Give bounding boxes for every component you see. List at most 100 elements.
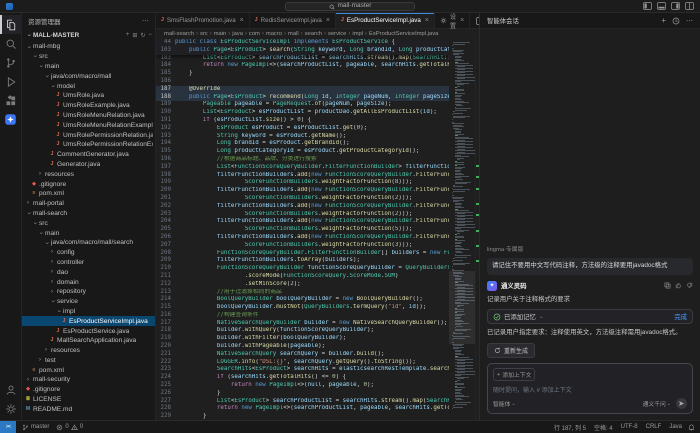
code-line[interactable]: 203 ScoreFunctionBuilders.weightFactorFu… <box>156 211 449 219</box>
bell-icon[interactable] <box>688 424 695 431</box>
thumbs-up-icon[interactable] <box>675 282 682 289</box>
tree-folder[interactable]: › model <box>22 81 155 91</box>
problems-item[interactable]: 0 0 <box>56 424 83 431</box>
send-button[interactable] <box>676 398 687 409</box>
code-line[interactable]: 218 builder.withQuery(functionScoreQuery… <box>156 327 449 335</box>
code-line[interactable]: 201 ScoreFunctionBuilders.weightFactorFu… <box>156 195 449 203</box>
breadcrumb-item[interactable]: src <box>200 31 208 37</box>
activity-run-debug[interactable] <box>0 72 22 91</box>
tree-folder[interactable]: › mall-mbg <box>22 42 155 52</box>
code-line[interactable]: 209 filterFunctionBuilders.toArray(build… <box>156 257 449 265</box>
breadcrumb-item[interactable]: service <box>328 31 346 37</box>
code-line[interactable]: 185 } <box>156 70 449 78</box>
tree-folder[interactable]: › repository <box>22 287 155 297</box>
breadcrumb-item[interactable]: EsProductServiceImpl.java <box>369 31 438 37</box>
breadcrumb-item[interactable]: mall <box>288 31 299 37</box>
tree-folder[interactable]: › test <box>22 356 155 366</box>
new-file-icon[interactable]: + <box>126 32 130 39</box>
code-line[interactable]: 202 filterFunctionBuilders.add(new Funct… <box>156 203 449 211</box>
code-line[interactable]: 228 return new PageImpl<>(searchProductL… <box>156 405 449 413</box>
editor-tab[interactable]: J EsProductServiceImpl.java × <box>335 13 435 28</box>
code-line[interactable]: 210 FunctionScoreQueryBuilder functionSc… <box>156 265 449 273</box>
close-icon[interactable]: × <box>326 17 330 24</box>
status-item[interactable]: CRLF <box>646 424 662 430</box>
thumbs-down-icon[interactable] <box>686 282 693 289</box>
tree-folder[interactable]: › main <box>22 62 155 72</box>
tree-file[interactable]: ≡ pom.xml <box>22 189 155 199</box>
code-line[interactable]: 194 Long brandId = esProduct.getBrandId(… <box>156 140 449 148</box>
code-line[interactable]: 186 <box>156 78 449 86</box>
tree-file[interactable]: J UmsRoleMenuRelation.java <box>22 111 155 121</box>
mode-selector[interactable]: 智能体 ⌄ <box>493 399 516 409</box>
close-icon[interactable]: × <box>425 17 429 24</box>
code-line[interactable]: 196 //根据商品标题、品牌、分类进行搜索 <box>156 156 449 164</box>
tree-folder[interactable]: › controller <box>22 258 155 268</box>
tree-file[interactable]: J EsProductService.java <box>22 326 155 336</box>
tree-file[interactable]: J UmsRoleExample.java <box>22 101 155 111</box>
tree-folder[interactable]: › dao <box>22 267 155 277</box>
more-actions-icon[interactable]: ⋯ <box>686 17 693 25</box>
code-line[interactable]: 191 if (esProductList.size() > 0) { <box>156 117 449 125</box>
code-editor[interactable]: 44 public class EsProductServiceImpl impl… <box>156 39 479 420</box>
code-line[interactable]: 221 NativeSearchQuery searchQuery = buil… <box>156 351 449 359</box>
code-line[interactable]: 200 filterFunctionBuilders.add(new Funct… <box>156 187 449 195</box>
code-line[interactable]: 187 @Override <box>156 85 449 94</box>
code-line[interactable]: 211 .scoreMode(FunctionScoreQuery.ScoreM… <box>156 273 449 281</box>
status-item[interactable]: Java <box>669 424 682 430</box>
collapse-all-icon[interactable]: − <box>148 32 152 39</box>
chat-input-box[interactable]: + 添加上下文 随时提问，输入 # 添加上下文 智能体 ⌄ 通义千问 ⌄ <box>487 363 693 414</box>
code-line[interactable]: 195 Long productCategoryId = esProduct.g… <box>156 148 449 156</box>
toggle-sidebar-icon[interactable] <box>643 2 652 10</box>
code-line[interactable]: 193 String keyword = esProduct.getName()… <box>156 133 449 141</box>
status-item[interactable]: 行 187, 列 5 <box>554 423 586 432</box>
code-line[interactable]: 214 BoolQueryBuilder boolQueryBuilder = … <box>156 296 449 304</box>
editor-tab[interactable]: 设置 × <box>434 13 471 30</box>
code-line[interactable]: 208 FunctionScoreQueryBuilder.FilterFunc… <box>156 250 449 258</box>
activity-lingma[interactable] <box>0 110 22 129</box>
code-line[interactable]: 205 ScoreFunctionBuilders.weightFactorFu… <box>156 226 449 234</box>
git-branch-item[interactable]: master <box>22 424 49 431</box>
tree-folder[interactable]: › impl <box>22 307 155 317</box>
remote-indicator[interactable]: >< <box>0 421 16 433</box>
close-icon[interactable]: × <box>240 17 244 24</box>
new-chat-icon[interactable]: + <box>661 16 666 25</box>
code-line[interactable]: 206 filterFunctionBuilders.add(new Funct… <box>156 234 449 242</box>
overview-ruler[interactable] <box>475 39 479 420</box>
activity-settings[interactable] <box>0 399 22 418</box>
tree-file[interactable]: J MallSearchApplication.java <box>22 336 155 346</box>
breadcrumb-item[interactable]: mall-search <box>164 31 194 37</box>
close-icon[interactable]: × <box>460 17 464 24</box>
code-line[interactable]: 226 } <box>156 390 449 398</box>
regenerate-button[interactable]: 重新生成 <box>487 343 536 358</box>
code-line[interactable]: 223 SearchHits<EsProduct> searchHits = e… <box>156 366 449 374</box>
memory-card[interactable]: 已添加记忆 ⌄ 完成 <box>487 309 693 325</box>
status-item[interactable]: UTF-8 <box>621 424 638 430</box>
activity-source-control[interactable] <box>0 53 22 72</box>
tree-file[interactable]: ≣ LICENSE <box>22 395 155 405</box>
tree-file[interactable]: JUmsRoleMenuRelationExample.java <box>22 120 155 130</box>
tree-folder[interactable]: › src <box>22 52 155 62</box>
breadcrumb-item[interactable]: macro <box>266 31 282 37</box>
code-line[interactable]: 216 //构建查询条件 <box>156 312 449 320</box>
history-icon[interactable] <box>672 17 680 25</box>
code-line[interactable]: 213 //用于过滤掉相同的商品 <box>156 289 449 297</box>
breadcrumb-item[interactable]: java <box>232 31 243 37</box>
editor-tab[interactable]: J SmsFlashPromotion.java × <box>156 13 250 28</box>
add-context-chip[interactable]: + 添加上下文 <box>493 368 536 381</box>
tree-folder[interactable]: › mall-portal <box>22 199 155 209</box>
tree-folder[interactable]: › mall-security <box>22 375 155 385</box>
breadcrumb-item[interactable]: impl <box>352 31 363 37</box>
minimap[interactable] <box>449 39 475 420</box>
tree-file[interactable]: M README.md <box>22 404 155 414</box>
tree-folder[interactable]: › config <box>22 248 155 258</box>
tree-file[interactable]: J UmsRole.java <box>22 91 155 101</box>
memory-done-link[interactable]: 完成 <box>674 312 687 321</box>
tree-folder[interactable]: › src <box>22 218 155 228</box>
code-line[interactable]: 229 } <box>156 413 449 420</box>
code-line[interactable]: 225 return new PageImpl<>(null, pageable… <box>156 382 449 390</box>
more-actions-icon[interactable]: ⋯ <box>142 17 149 25</box>
code-line[interactable]: 183 List<EsProduct> searchProductList = … <box>156 55 449 63</box>
tree-folder[interactable]: › java/com/macro/mall <box>22 71 155 81</box>
tree-folder[interactable]: › resources <box>22 346 155 356</box>
code-line[interactable]: 207 ScoreFunctionBuilders.weightFactorFu… <box>156 242 449 250</box>
